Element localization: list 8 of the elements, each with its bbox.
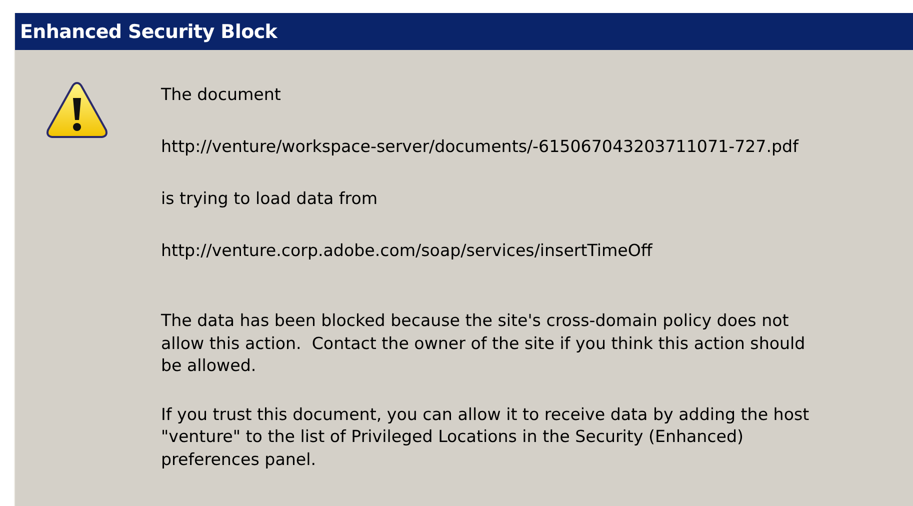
message-paragraph: If you trust this document, you can allow it to receive data by adding the host "venture" to the list of Privileged Locations in the Security (Enhanced) preferences panel. <box>161 404 810 470</box>
message-paragraph: The data has been blocked because the site's cross-domain policy does not allow this action. Contact the owner of the site if you think this action should be allowed. <box>161 310 806 377</box>
message-text: is trying to load data from <box>161 188 379 210</box>
message-text: The document <box>161 84 282 106</box>
message-text: http://venture/workspace-server/documents/-615067043203711071-727.pdf <box>161 136 800 158</box>
message-text: http://venture.corp.adobe.com/soap/services/insertTimeOff <box>161 240 654 262</box>
warning-icon <box>45 80 109 140</box>
window-title: Enhanced Security Block <box>15 13 913 50</box>
